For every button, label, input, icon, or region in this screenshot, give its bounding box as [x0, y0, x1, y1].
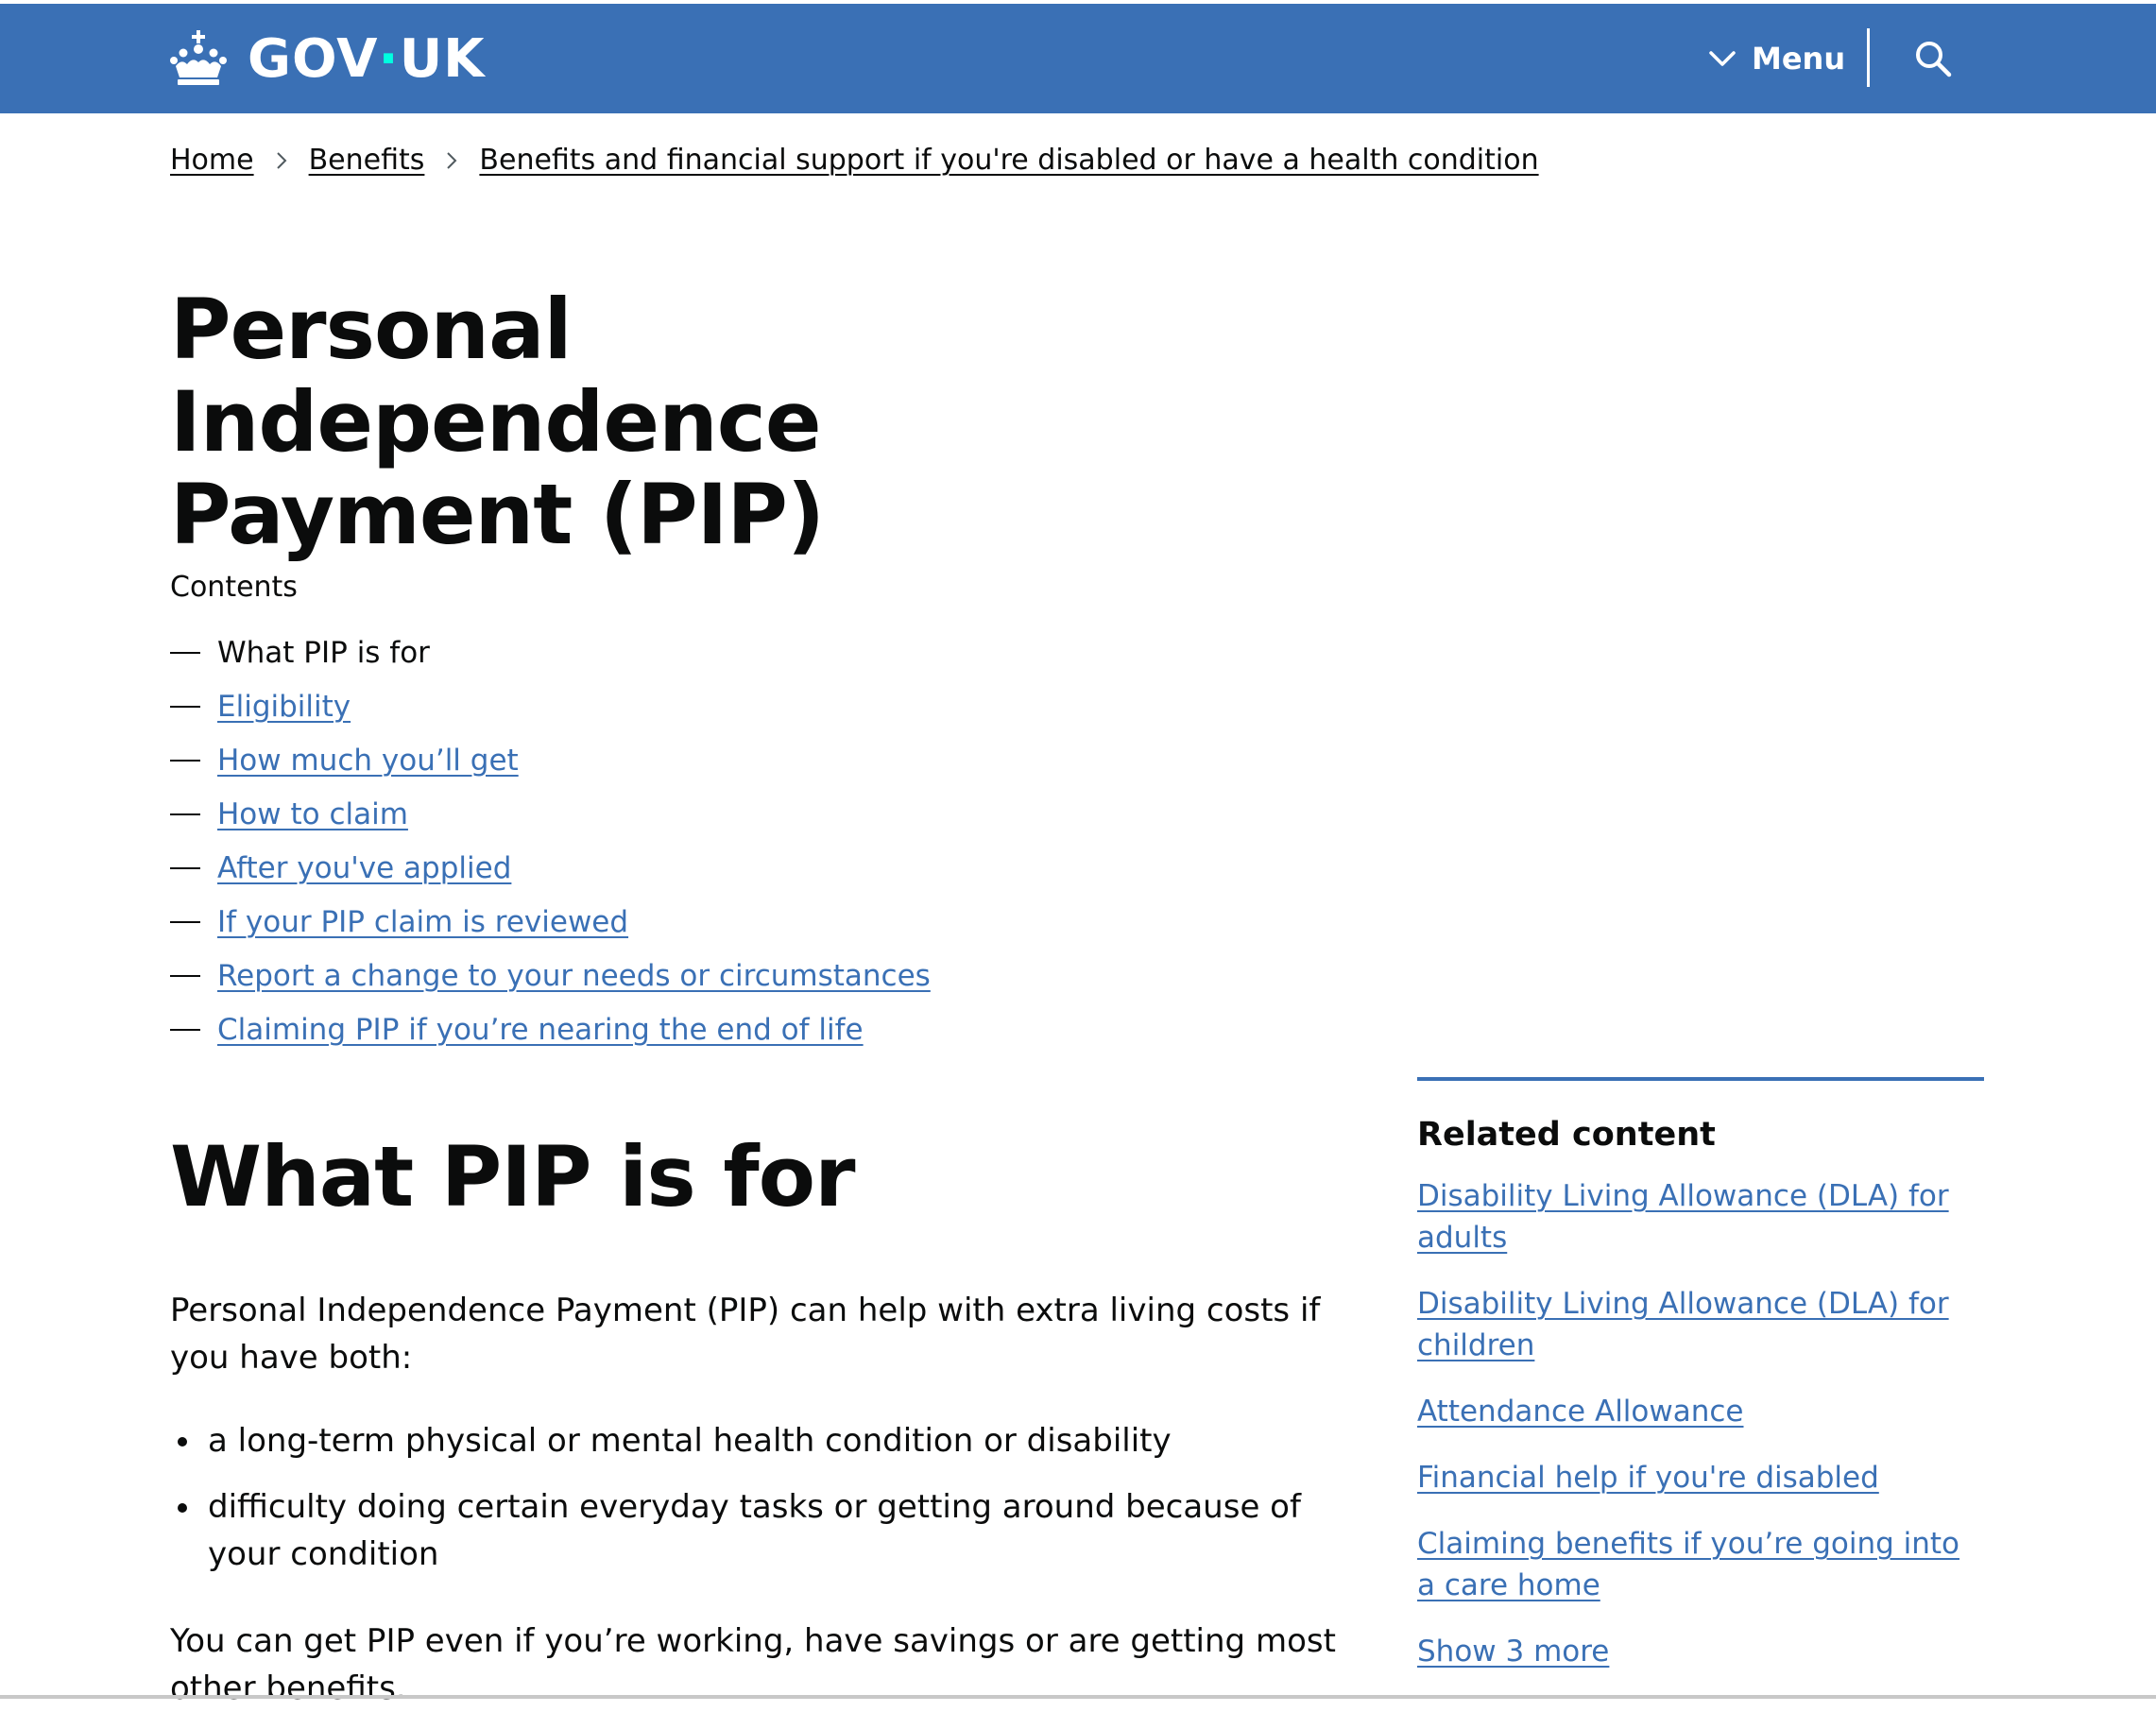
- related-links: Disability Living Allowance (DLA) for ad…: [1417, 1175, 1984, 1606]
- site-header: GOV·UK Menu: [0, 4, 2156, 113]
- related-link-dla-children[interactable]: Disability Living Allowance (DLA) for ch…: [1417, 1287, 1949, 1362]
- section-intro: Personal Independence Payment (PIP) can …: [170, 1292, 1321, 1377]
- dash: [170, 651, 200, 654]
- contents-item-eligibility: Eligibility: [170, 679, 931, 733]
- contents-item-report-change: Report a change to your needs or circums…: [170, 949, 931, 1002]
- logo-text: GOV·UK: [248, 27, 486, 90]
- contents-link-eligibility[interactable]: Eligibility: [217, 690, 351, 724]
- dash: [170, 920, 200, 923]
- page-title: Personal Independence Payment (PIP): [170, 281, 825, 563]
- related-heading: Related content: [1417, 1116, 1716, 1154]
- show-more-link[interactable]: Show 3 more: [1417, 1631, 1609, 1672]
- crown-icon: [170, 30, 227, 85]
- contents-item-what-pip-is-for: What PIP is for: [170, 625, 931, 679]
- chevron-right-icon: [447, 151, 457, 169]
- related-content: Related content Disability Living Allowa…: [1417, 1077, 1984, 1672]
- related-item: Attendance Allowance: [1417, 1391, 1984, 1432]
- contents-item-after-applied: After you've applied: [170, 841, 931, 895]
- list-item: a long-term physical or mental health co…: [170, 1417, 1370, 1464]
- contents-current-label: What PIP is for: [217, 635, 430, 670]
- contents-item-end-of-life: Claiming PIP if you’re nearing the end o…: [170, 1002, 931, 1056]
- search-button[interactable]: [1905, 30, 1961, 87]
- breadcrumb-benefits[interactable]: Benefits: [309, 144, 425, 177]
- contents-link-how-to-claim[interactable]: How to claim: [217, 797, 408, 831]
- contents-link-after-applied[interactable]: After you've applied: [217, 851, 511, 885]
- related-item: Financial help if you're disabled: [1417, 1457, 1984, 1498]
- chevron-down-icon: [1709, 51, 1736, 66]
- govuk-logo-link[interactable]: GOV·UK: [168, 4, 486, 113]
- related-link-financial-help[interactable]: Financial help if you're disabled: [1417, 1461, 1879, 1495]
- contents-item-how-to-claim: How to claim: [170, 787, 931, 841]
- contents-link-how-much[interactable]: How much you’ll get: [217, 744, 519, 778]
- related-item: Disability Living Allowance (DLA) for ch…: [1417, 1283, 1984, 1366]
- breadcrumb-home[interactable]: Home: [170, 144, 254, 177]
- breadcrumb-disabled-benefits[interactable]: Benefits and financial support if you're…: [479, 144, 1538, 177]
- header-divider: [1867, 28, 1870, 87]
- contents-list: What PIP is for Eligibility How much you…: [170, 625, 931, 1056]
- related-link-care-home[interactable]: Claiming benefits if you’re going into a…: [1417, 1527, 1959, 1602]
- breadcrumb: Home Benefits Benefits and financial sup…: [170, 144, 1539, 177]
- dash: [170, 813, 200, 815]
- dash: [170, 759, 200, 762]
- contents-item-how-much: How much you’ll get: [170, 733, 931, 787]
- contents-item-reviewed: If your PIP claim is reviewed: [170, 895, 931, 949]
- contents-link-end-of-life[interactable]: Claiming PIP if you’re nearing the end o…: [217, 1013, 864, 1047]
- contents-link-report-change[interactable]: Report a change to your needs or circums…: [217, 959, 931, 993]
- related-link-attendance-allowance[interactable]: Attendance Allowance: [1417, 1395, 1744, 1429]
- chevron-right-icon: [276, 151, 287, 169]
- contents-link-reviewed[interactable]: If your PIP claim is reviewed: [217, 905, 628, 939]
- related-item: Disability Living Allowance (DLA) for ad…: [1417, 1175, 1984, 1258]
- related-divider: [1417, 1077, 1984, 1081]
- related-item: Claiming benefits if you’re going into a…: [1417, 1523, 1984, 1606]
- related-link-dla-adults[interactable]: Disability Living Allowance (DLA) for ad…: [1417, 1179, 1949, 1255]
- list-item: difficulty doing certain everyday tasks …: [170, 1483, 1370, 1578]
- search-icon: [1916, 42, 1952, 77]
- dash: [170, 705, 200, 708]
- menu-label: Menu: [1752, 41, 1846, 77]
- section-title: What PIP is for: [170, 1128, 855, 1225]
- dash: [170, 866, 200, 869]
- dash: [170, 1028, 200, 1031]
- dash: [170, 974, 200, 977]
- condition-list: a long-term physical or mental health co…: [170, 1417, 1370, 1597]
- contents-label: Contents: [170, 571, 298, 604]
- menu-button[interactable]: Menu: [1708, 4, 1845, 113]
- window-bottom-edge: [0, 1695, 2156, 1699]
